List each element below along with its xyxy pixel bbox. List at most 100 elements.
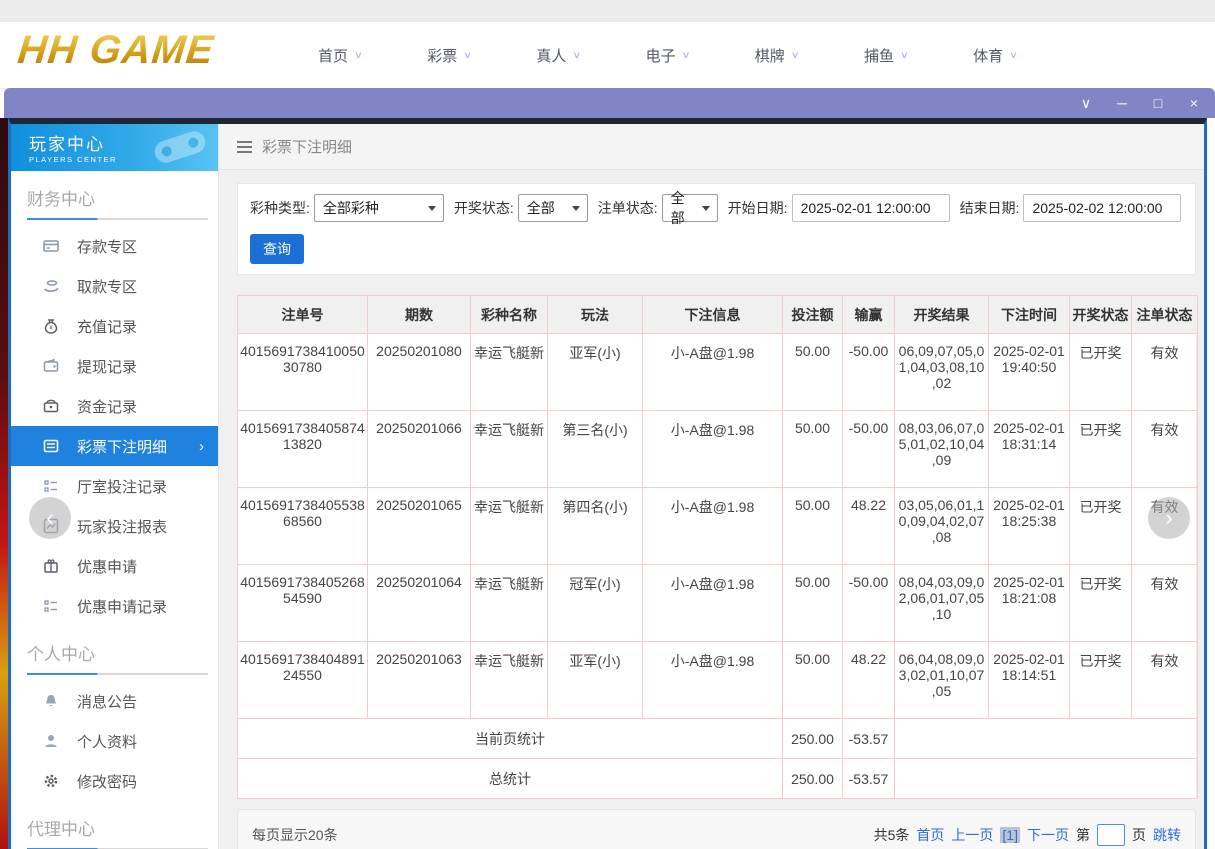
sidebar-item-withdrawal-record[interactable]: 提现记录 — [11, 346, 218, 386]
cell-bet-time: 2025-02-01 18:31:14 — [989, 411, 1070, 488]
select-caret-icon — [572, 206, 580, 211]
nav-item-chess[interactable]: 棋牌∨ — [755, 45, 800, 66]
draw-status-select[interactable]: 全部 — [518, 194, 588, 222]
first-page-link[interactable]: 首页 — [916, 825, 944, 845]
current-page-summary-row: 当前页统计 250.00 -53.57 — [238, 719, 1198, 759]
order-status-select[interactable]: 全部 — [662, 194, 718, 222]
page-title: 彩票下注明细 — [262, 136, 352, 157]
window-close-button[interactable]: × — [1179, 95, 1209, 111]
hamburger-menu-icon[interactable] — [237, 141, 252, 153]
purse-icon — [43, 398, 59, 414]
sidebar-item-profile[interactable]: 个人资料 — [11, 721, 218, 761]
chevron-right-icon: › — [199, 438, 204, 455]
section-divider — [27, 673, 208, 675]
sidebar-item-label: 存款专区 — [77, 236, 137, 257]
window-maximize-button[interactable]: □ — [1143, 95, 1173, 111]
col-bet-info: 下注信息 — [643, 296, 783, 334]
sidebar-item-label: 资金记录 — [77, 396, 137, 417]
cell-bet-info: 小-A盘@1.98 — [643, 565, 783, 642]
sidebar-header: 玩家中心 PLAYERS CENTER — [11, 124, 218, 171]
cell-order-no: 401569173841005030780 — [238, 334, 368, 411]
nav-label: 棋牌 — [755, 45, 785, 66]
nav-item-live[interactable]: 真人∨ — [536, 45, 581, 66]
cell-draw-status: 已开奖 — [1070, 642, 1132, 719]
carousel-right-button[interactable]: › — [1148, 497, 1190, 539]
current-page-winloss: -53.57 — [843, 719, 895, 759]
total-summary-label: 总统计 — [238, 759, 783, 799]
next-page-link[interactable]: 下一页 — [1027, 825, 1069, 845]
sidebar-item-label: 取款专区 — [77, 276, 137, 297]
window-collapse-button[interactable]: ∨ — [1071, 95, 1101, 112]
chevron-down-icon: ∨ — [572, 49, 581, 60]
search-button[interactable]: 查询 — [250, 234, 304, 264]
cell-order-no: 401569173840489124550 — [238, 642, 368, 719]
sidebar-item-withdraw-zone[interactable]: 取款专区 — [11, 266, 218, 306]
total-amount: 250.00 — [783, 759, 843, 799]
sidebar-item-label: 优惠申请记录 — [77, 596, 167, 617]
lottery-type-select[interactable]: 全部彩种 — [314, 194, 444, 222]
jump-page-input[interactable] — [1097, 824, 1125, 846]
cell-order-no: 401569173840553868560 — [238, 488, 368, 565]
select-caret-icon — [428, 206, 436, 211]
cell-result: 06,04,08,09,03,02,01,10,07,05 — [895, 642, 989, 719]
cell-play: 第三名(小) — [548, 411, 643, 488]
section-agent-label: 代理中心 — [27, 815, 218, 840]
site-logo[interactable]: HH GAME — [16, 28, 217, 73]
nav-item-fishing[interactable]: 捕鱼∨ — [864, 45, 909, 66]
select-caret-icon — [702, 206, 710, 211]
total-count-text: 共5条 — [874, 825, 910, 845]
sidebar-item-recharge-record[interactable]: ¥ 充值记录 — [11, 306, 218, 346]
sidebar-item-funds-record[interactable]: 资金记录 — [11, 386, 218, 426]
nav-label: 首页 — [318, 45, 348, 66]
draw-status-label: 开奖状态: — [454, 198, 514, 218]
cell-order-status: 有效 — [1132, 411, 1198, 488]
person-icon — [43, 733, 59, 749]
sidebar-item-deposit-zone[interactable]: 存款专区 — [11, 226, 218, 266]
prev-page-link[interactable]: 上一页 — [951, 825, 993, 845]
section-divider — [27, 218, 208, 220]
current-page-indicator[interactable]: [1] — [1000, 827, 1020, 843]
table-row: 401569173840587413820 20250201066 幸运飞艇新 … — [238, 411, 1198, 488]
sidebar-item-lottery-bet-detail[interactable]: 彩票下注明细 › — [11, 426, 218, 466]
nav-item-sports[interactable]: 体育∨ — [973, 45, 1018, 66]
sidebar-item-change-password[interactable]: 修改密码 — [11, 761, 218, 801]
breadcrumb: 彩票下注明细 — [219, 124, 1204, 170]
cell-amount: 50.00 — [783, 642, 843, 719]
col-play: 玩法 — [548, 296, 643, 334]
sidebar-item-promo-apply[interactable]: 优惠申请 — [11, 546, 218, 586]
wallet-icon — [43, 358, 59, 374]
total-summary-row: 总统计 250.00 -53.57 — [238, 759, 1198, 799]
list-icon — [43, 598, 59, 614]
cell-draw-status: 已开奖 — [1070, 565, 1132, 642]
gear-icon — [43, 773, 59, 789]
sidebar: 玩家中心 PLAYERS CENTER 财务中心 存款专区 取款专区 ¥ 充值记… — [11, 124, 219, 849]
cell-winloss: -50.00 — [843, 411, 895, 488]
moneybag-icon: ¥ — [43, 318, 59, 334]
select-value: 全部彩种 — [323, 198, 379, 218]
filter-panel: 彩种类型: 全部彩种 开奖状态: 全部 注单状态: 全部 开始日期: 结束日期:… — [237, 183, 1196, 275]
svg-text:¥: ¥ — [49, 326, 53, 332]
cell-amount: 50.00 — [783, 488, 843, 565]
cell-result: 06,09,07,05,01,04,03,08,10,02 — [895, 334, 989, 411]
nav-label: 彩票 — [427, 45, 457, 66]
col-bet-time: 下注时间 — [989, 296, 1070, 334]
chevron-down-icon: ∨ — [354, 49, 363, 60]
nav-item-slots[interactable]: 电子∨ — [646, 45, 691, 66]
nav-item-lottery[interactable]: 彩票∨ — [427, 45, 472, 66]
lottery-type-label: 彩种类型: — [250, 198, 310, 218]
table-row: 401569173841005030780 20250201080 幸运飞艇新 … — [238, 334, 1198, 411]
table-row: 401569173840526854590 20250201064 幸运飞艇新 … — [238, 565, 1198, 642]
sidebar-item-label: 个人资料 — [77, 731, 137, 752]
window-minimize-button[interactable]: ─ — [1107, 95, 1137, 111]
carousel-left-button[interactable]: ‹ — [29, 497, 71, 539]
cell-period: 20250201080 — [368, 334, 471, 411]
jump-action-link[interactable]: 跳转 — [1153, 825, 1181, 845]
sidebar-item-promo-record[interactable]: 优惠申请记录 — [11, 586, 218, 626]
start-date-input[interactable] — [792, 194, 950, 222]
cell-play: 亚军(小) — [548, 642, 643, 719]
end-date-input[interactable] — [1023, 194, 1181, 222]
nav-item-home[interactable]: 首页 ∨ — [318, 45, 363, 66]
sidebar-item-notices[interactable]: 消息公告 — [11, 681, 218, 721]
cell-order-status: 有效 — [1132, 642, 1198, 719]
section-personal-label: 个人中心 — [27, 640, 218, 665]
